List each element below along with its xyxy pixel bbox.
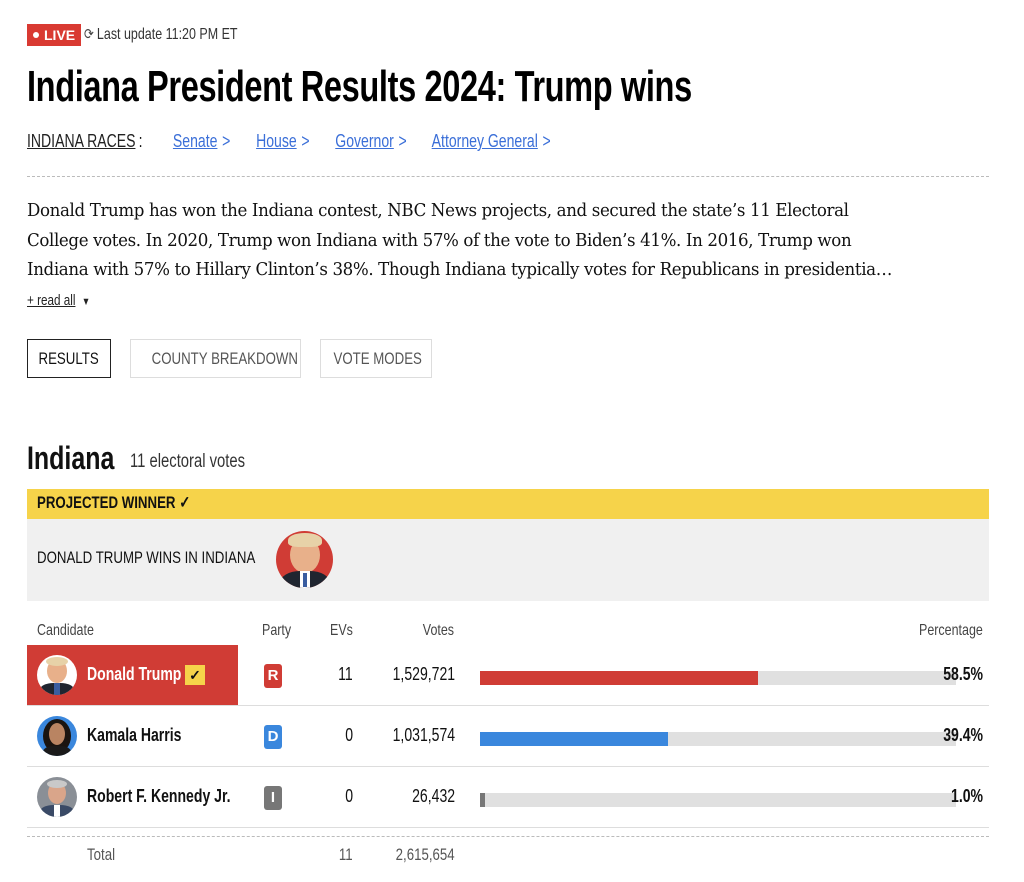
winner-headline: DONALD TRUMP WINS IN INDIANA: [37, 548, 256, 567]
live-badge: LIVE: [27, 24, 82, 46]
read-all-link[interactable]: + read all: [27, 292, 75, 309]
candidate-cell: Kamala Harris: [27, 706, 238, 766]
last-update-text: Last update 11:20 PM ET: [96, 26, 238, 43]
vote-count: 1,529,721: [392, 664, 455, 684]
vote-percentage: 58.5%: [943, 664, 983, 684]
races-nav: INDIANA RACES: Senate > House > Governor > …: [27, 131, 573, 152]
chevron-right-icon: >: [222, 131, 231, 151]
column-header-candidate: Candidate: [37, 622, 94, 639]
column-header-votes: Votes: [422, 622, 454, 639]
last-update: ⟳ Last update 11:20 PM ET: [84, 24, 281, 46]
vote-share-fill: [480, 671, 759, 685]
races-nav-separator: :: [138, 131, 143, 151]
vote-percentage: 1.0%: [950, 786, 983, 806]
refresh-icon[interactable]: ⟳: [84, 26, 94, 43]
live-dot-icon: [33, 32, 39, 39]
column-header-evs: EVs: [330, 622, 353, 639]
state-name: Indiana: [27, 440, 115, 476]
vote-share-fill: [480, 732, 668, 746]
race-link-governor[interactable]: Governor: [335, 131, 394, 151]
electoral-votes: 11: [338, 664, 353, 684]
electoral-votes: 0: [345, 786, 353, 806]
race-link-house[interactable]: House: [256, 131, 297, 151]
race-summary: Donald Trump has won the Indiana contest…: [27, 196, 1002, 285]
candidate-avatar: [37, 777, 77, 817]
candidate-avatar: [37, 716, 77, 756]
vote-percentage: 39.4%: [943, 725, 983, 745]
candidate-name: Donald Trump: [87, 664, 182, 684]
candidate-cell: Donald Trump ✓: [27, 645, 238, 705]
summary-line: Donald Trump has won the Indiana contest…: [27, 200, 849, 221]
candidate-row[interactable]: Donald Trump ✓ R 11 1,529,721 58.5%: [27, 645, 989, 706]
race-link-attorney-general[interactable]: Attorney General: [432, 131, 538, 151]
total-electoral-votes: 11: [339, 845, 353, 864]
races-nav-label: INDIANA RACES: [27, 131, 136, 151]
vote-count: 26,432: [412, 786, 455, 806]
tab-results[interactable]: RESULTS: [27, 339, 111, 378]
summary-line: Indiana with 57% to Hillary Clinton’s 38…: [27, 259, 892, 280]
party-badge: R: [264, 664, 282, 688]
page-title: Indiana President Results 2024: Trump wi…: [27, 62, 692, 111]
chevron-right-icon: >: [542, 131, 551, 151]
winner-callout: DONALD TRUMP WINS IN INDIANA: [27, 519, 989, 601]
projected-winner-banner: PROJECTED WINNER ✓: [27, 489, 989, 519]
race-link-senate[interactable]: Senate: [173, 131, 218, 151]
total-label: Total: [87, 845, 116, 864]
candidate-name: Kamala Harris: [87, 725, 182, 745]
vote-share-bar: [480, 671, 956, 685]
column-header-percentage: Percentage: [919, 622, 983, 639]
total-row: Total 11 2,615,654: [27, 836, 989, 868]
tab-county-breakdown[interactable]: COUNTY BREAKDOWN: [130, 339, 301, 378]
column-header-party: Party: [262, 622, 292, 639]
caret-down-icon: ▼: [81, 296, 91, 308]
projected-winner-label: PROJECTED WINNER ✓: [37, 493, 191, 512]
divider: [27, 176, 989, 177]
candidate-row[interactable]: Robert F. Kennedy Jr. I 0 26,432 1.0%: [27, 767, 989, 828]
party-badge: I: [264, 786, 282, 810]
summary-line: College votes. In 2020, Trump won Indian…: [27, 229, 852, 251]
chevron-right-icon: >: [398, 131, 407, 151]
chevron-right-icon: >: [301, 131, 310, 151]
read-all-toggle[interactable]: + read all ▼: [27, 292, 108, 309]
vote-share-fill: [480, 793, 485, 807]
candidate-cell: Robert F. Kennedy Jr.: [27, 767, 238, 827]
candidate-name: Robert F. Kennedy Jr.: [87, 786, 231, 806]
state-electoral-votes: 11 electoral votes: [130, 451, 246, 472]
vote-share-bar: [480, 732, 956, 746]
electoral-votes: 0: [345, 725, 353, 745]
winner-check-icon: ✓: [185, 665, 205, 685]
tab-vote-modes[interactable]: VOTE MODES: [320, 339, 432, 378]
total-votes: 2,615,654: [396, 845, 455, 864]
party-badge: D: [264, 725, 282, 749]
vote-share-bar: [480, 793, 956, 807]
candidate-row[interactable]: Kamala Harris D 0 1,031,574 39.4%: [27, 706, 989, 767]
candidate-avatar: [37, 655, 77, 695]
trump-avatar: [276, 531, 333, 588]
vote-count: 1,031,574: [392, 725, 455, 745]
